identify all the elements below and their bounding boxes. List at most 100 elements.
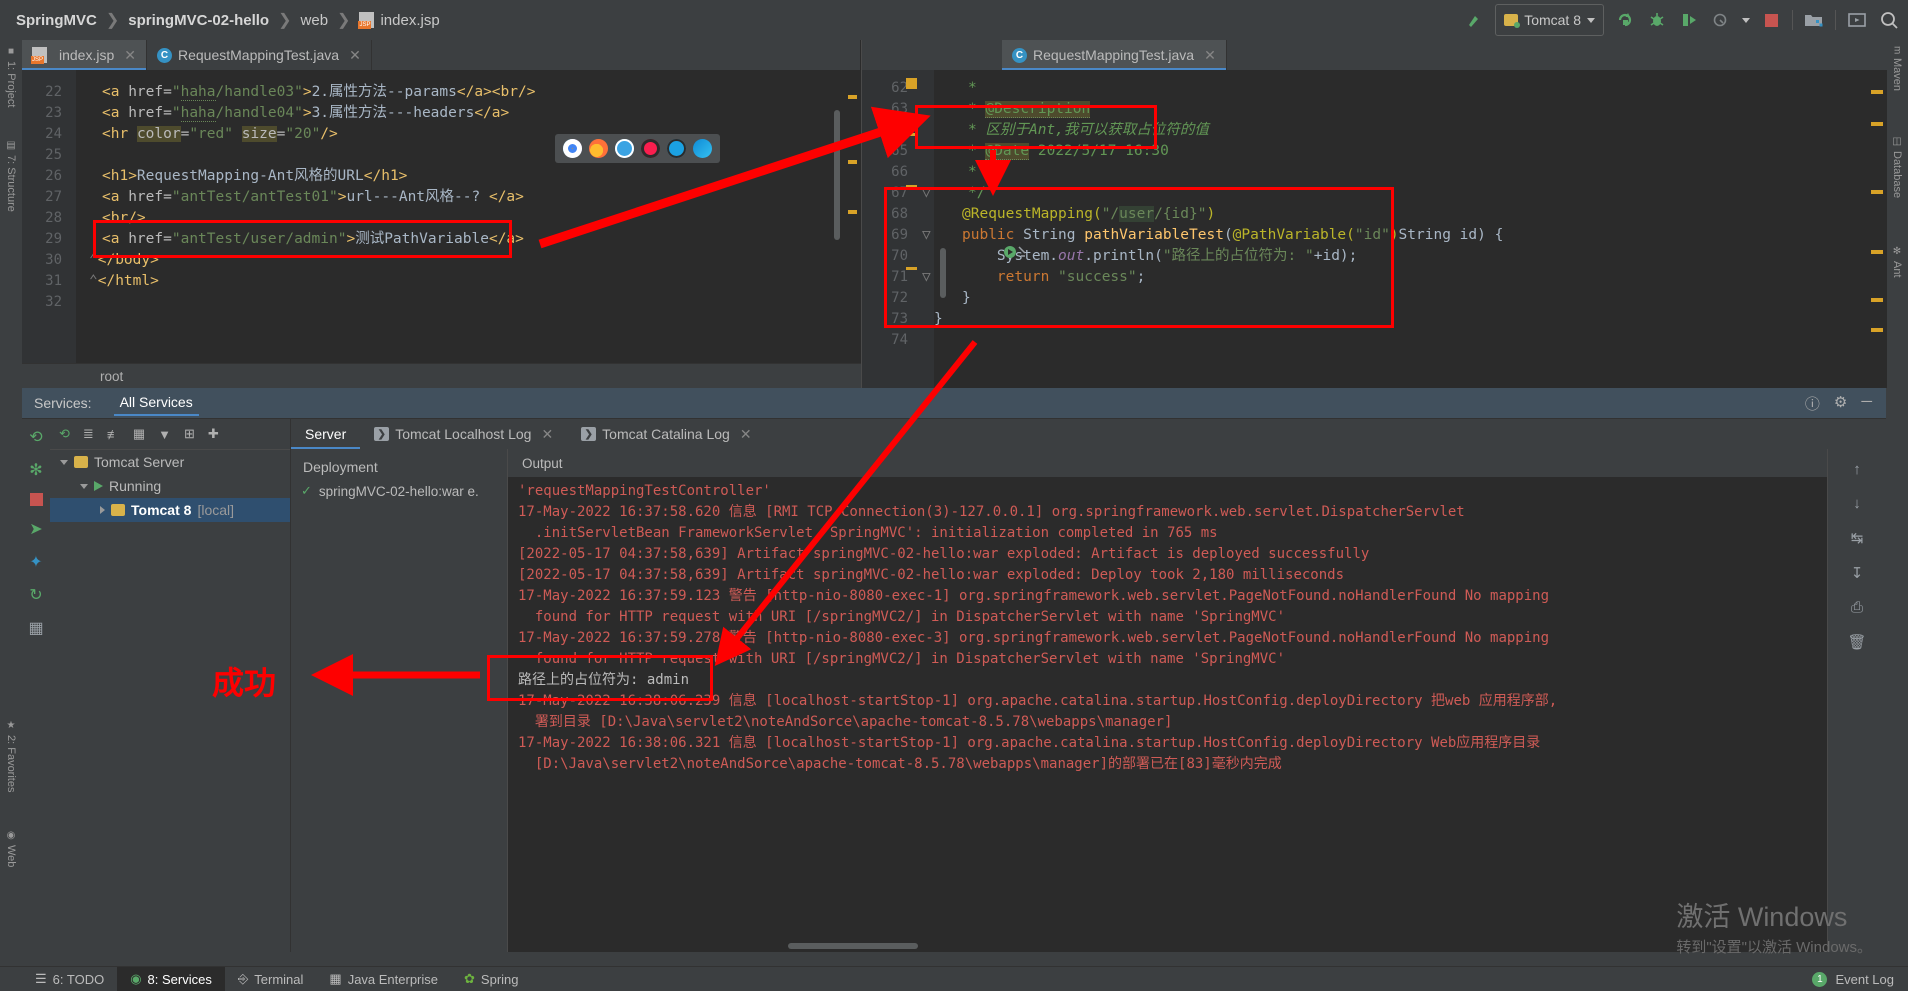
print-icon[interactable]: ⎙ [1851, 599, 1863, 616]
run-configuration-selector[interactable]: Tomcat 8 [1495, 4, 1604, 36]
firefox-icon[interactable] [589, 139, 608, 158]
add-icon[interactable]: ✚ [208, 426, 219, 442]
status-item-todo[interactable]: ☰ 6: TODO [22, 967, 117, 991]
console-horizontal-scrollbar[interactable] [788, 943, 918, 949]
project-structure-icon[interactable] [1803, 9, 1825, 31]
gutter-mark [1871, 250, 1883, 254]
redeploy-icon[interactable]: ➤ [29, 519, 42, 539]
stop-icon[interactable] [29, 493, 43, 506]
check-icon: ✓ [301, 483, 312, 498]
annotation-box-comment [915, 105, 1157, 149]
folder-icon: ■ [5, 46, 17, 57]
close-icon[interactable]: ✕ [124, 47, 136, 64]
add-tab-icon[interactable]: ⊞ [184, 426, 195, 442]
close-icon[interactable]: ✕ [349, 47, 361, 64]
tool-window-project[interactable]: ■ 1: Project [0, 46, 22, 107]
editor-vertical-scrollbar[interactable] [834, 110, 840, 240]
rerun-icon[interactable] [1614, 9, 1636, 31]
tree-item-label: Tomcat 8 [131, 502, 192, 518]
scroll-down-icon[interactable]: ↓ [1853, 495, 1861, 512]
opera-icon[interactable] [641, 139, 660, 158]
scroll-to-end-icon[interactable]: ↧ [1851, 564, 1864, 582]
console-icon[interactable] [1846, 9, 1868, 31]
rerun-icon[interactable]: ⟲ [59, 426, 70, 442]
status-item-label: 6: TODO [52, 971, 105, 987]
status-item-label: Terminal [254, 971, 304, 987]
breadcrumb-item-folder[interactable]: web [301, 12, 329, 29]
update-icon[interactable]: ✦ [29, 552, 42, 572]
chevron-down-icon[interactable] [60, 459, 68, 465]
close-icon[interactable]: ✕ [740, 426, 752, 443]
stop-icon[interactable] [1760, 9, 1782, 31]
tool-window-ant[interactable]: ✻ Ant [1886, 246, 1908, 278]
breadcrumb-item-file[interactable]: index.jsp [380, 12, 439, 29]
build-icon[interactable] [1463, 9, 1485, 31]
java-class-icon: C [1012, 47, 1027, 63]
dashboard-icon[interactable]: ▦ [28, 618, 43, 638]
run-with-coverage-icon[interactable] [1678, 9, 1700, 31]
tool-window-favorites[interactable]: ★ 2: Favorites [0, 720, 22, 792]
gear-icon[interactable]: ⚙ [1834, 393, 1847, 414]
debug-icon[interactable]: ✻ [29, 460, 42, 480]
run-toolbar: Tomcat 8 [1463, 4, 1908, 36]
clear-all-icon[interactable]: 🗑 [1847, 633, 1866, 651]
tab-label: index.jsp [59, 47, 115, 63]
tree-item-running[interactable]: Running [50, 474, 290, 498]
tool-window-web[interactable]: ◉ Web [0, 830, 22, 867]
breadcrumb-item-module[interactable]: springMVC-02-hello [128, 12, 269, 29]
tree-item-tomcat-8-local[interactable]: Tomcat 8 [local] [50, 498, 290, 522]
code-line: <a href="haha/handle03">2.属性方法--params</… [102, 84, 536, 101]
gutter-mark [848, 160, 857, 164]
tab-tomcat-localhost-log[interactable]: ❯ Tomcat Localhost Log ✕ [360, 419, 567, 449]
tab-tomcat-catalina-log[interactable]: ❯ Tomcat Catalina Log ✕ [567, 419, 765, 449]
collapse-all-icon[interactable]: ≢ [107, 427, 120, 442]
expand-all-icon[interactable]: ≣ [83, 426, 94, 442]
rerun-icon[interactable]: ⟲ [29, 427, 42, 447]
tool-window-maven[interactable]: m Maven [1886, 46, 1908, 91]
breadcrumb-item-project[interactable]: SpringMVC [16, 12, 97, 29]
restart-icon[interactable]: ↻ [29, 585, 42, 605]
status-item-spring[interactable]: ✿ Spring [451, 967, 531, 991]
services-label: Services: [34, 395, 92, 411]
tab-index-jsp[interactable]: index.jsp ✕ [22, 40, 147, 70]
browser-preview-bar[interactable] [555, 134, 720, 163]
gutter-mark [1871, 122, 1883, 126]
tab-requestmappingtest-java-right[interactable]: C RequestMappingTest.java ✕ [1002, 40, 1227, 70]
chrome-icon[interactable] [563, 139, 582, 158]
console-line: 17-May-2022 16:37:58.620 信息 [RMI TCP Con… [518, 504, 1465, 520]
close-icon[interactable]: ✕ [1204, 47, 1216, 64]
scroll-up-icon[interactable]: ↑ [1853, 461, 1861, 478]
safari-icon[interactable] [615, 139, 634, 158]
group-icon[interactable]: ▦ [133, 426, 145, 442]
internet-explorer-icon[interactable] [667, 139, 686, 158]
deployment-artifact-row[interactable]: ✓ springMVC-02-hello:war e. [291, 483, 507, 499]
help-icon[interactable]: ⓘ [1805, 393, 1820, 414]
deployment-artifact-label: springMVC-02-hello:war e. [318, 483, 479, 499]
status-item-services[interactable]: ◉ 8: Services [117, 967, 225, 991]
tab-all-services[interactable]: All Services [114, 390, 199, 416]
tool-window-database[interactable]: ◫ Database [1886, 136, 1908, 198]
close-icon[interactable]: ✕ [541, 426, 553, 443]
console-line: 17-May-2022 16:37:59.123 警告 [http-nio-80… [518, 588, 1550, 604]
event-log-button[interactable]: Event Log [1835, 972, 1894, 987]
debug-icon[interactable] [1646, 9, 1668, 31]
gutter-mark [1871, 298, 1883, 302]
tool-window-structure[interactable]: ▤ 7: Structure [0, 140, 22, 212]
status-item-terminal[interactable]: ⎆ Terminal [225, 967, 317, 991]
tab-server[interactable]: Server [291, 419, 360, 449]
status-item-java-enterprise[interactable]: ▦ Java Enterprise [316, 967, 451, 991]
console-line-highlight: 路径上的占位符为: admin [518, 672, 690, 688]
soft-wrap-icon[interactable]: ↹ [1851, 529, 1864, 547]
chevron-down-icon[interactable] [1742, 17, 1750, 23]
tab-requestmappingtest-java[interactable]: C RequestMappingTest.java ✕ [147, 40, 372, 70]
line-number: 74 [891, 332, 908, 348]
event-count-badge: 1 [1812, 971, 1828, 987]
console-line: found for HTTP request with URI [/spring… [518, 609, 1286, 625]
tree-item-tomcat-server[interactable]: Tomcat Server [50, 450, 290, 474]
edge-icon[interactable] [693, 139, 712, 158]
filter-icon[interactable]: ▼ [158, 427, 171, 442]
search-icon[interactable] [1878, 9, 1900, 31]
chevron-right-icon[interactable] [100, 506, 105, 514]
chevron-down-icon[interactable] [80, 483, 88, 489]
minimize-icon[interactable]: ─ [1861, 393, 1872, 414]
